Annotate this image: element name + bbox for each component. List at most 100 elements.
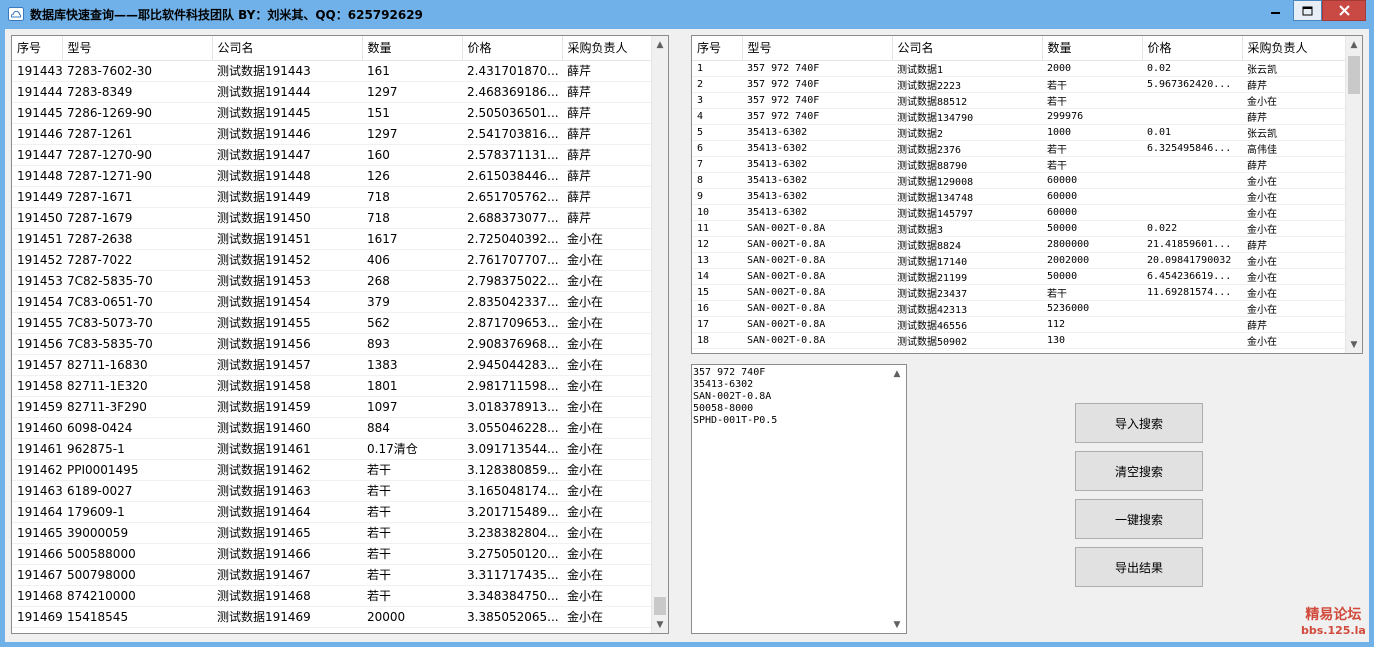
table-row[interactable]: 191463 6189-0027 测试数据191463 若干 3.165048174..…	[12, 480, 652, 502]
table-cell: 金小在	[562, 501, 652, 523]
results-column-header[interactable]: 型号	[742, 36, 893, 61]
scroll-up-icon[interactable]: ▲	[1346, 36, 1362, 53]
scroll-up-icon[interactable]: ▲	[652, 36, 668, 53]
results-row[interactable]: 2 357 972 740F 测试数据2223 若干 5.967362420... 薛芹	[692, 76, 1346, 93]
results-row[interactable]: 16 SAN-002T-0.8A 测试数据42313 5236000 金小在	[692, 300, 1346, 317]
table-row[interactable]: 191461 962875-1 测试数据191461 0.17清仓 3.09171354…	[12, 438, 652, 460]
table-row[interactable]: 191462 PPI0001495 测试数据191462 若干 3.128380859.…	[12, 459, 652, 481]
table-row[interactable]: 191458 82711-1E320 测试数据191458 1801 2.9817115…	[12, 375, 652, 397]
table-column-header[interactable]: 序号	[12, 36, 63, 61]
results-cell: 测试数据129008	[892, 172, 1042, 189]
textarea-scrollbar[interactable]: ▲ ▼	[889, 365, 906, 633]
scroll-down-icon[interactable]: ▼	[1346, 336, 1362, 353]
table-row[interactable]: 191451 7287-2638 测试数据191451 1617 2.725040392…	[12, 228, 652, 250]
results-cell: 15	[692, 284, 742, 301]
table-row[interactable]: 191452 7287-7022 测试数据191452 406 2.761707707.…	[12, 249, 652, 271]
results-cell: 21.41859601...	[1142, 236, 1242, 253]
results-row[interactable]: 12 SAN-002T-0.8A 测试数据8824 2800000 21.4185960…	[692, 236, 1346, 253]
table-cell: 191469	[12, 606, 62, 628]
table-row[interactable]: 191467 500798000 测试数据191467 若干 3.311717435..…	[12, 564, 652, 586]
scroll-down-icon[interactable]: ▼	[652, 616, 668, 633]
scroll-up-icon[interactable]: ▲	[889, 365, 905, 382]
results-row[interactable]: 8 35413-6302 测试数据129008 60000 金小在	[692, 172, 1346, 189]
results-row[interactable]: 14 SAN-002T-0.8A 测试数据21199 50000 6.454236619…	[692, 268, 1346, 285]
table-row[interactable]: 191446 7287-1261 测试数据191446 1297 2.541703816…	[12, 123, 652, 145]
table-cell: 金小在	[562, 375, 652, 397]
results-table[interactable]: 序号 型号 公司名 数量 价格 采购负责人 1 357 972 740F 测试数据1 2000 0…	[691, 35, 1363, 354]
results-scrollbar[interactable]: ▲ ▼	[1345, 36, 1362, 353]
table-row[interactable]: 191459 82711-3F290 测试数据191459 1097 3.0183789…	[12, 396, 652, 418]
results-row[interactable]: 9 35413-6302 测试数据134748 60000 金小在	[692, 188, 1346, 205]
database-table[interactable]: 序号 型号 公司名 数量 价格 采购负责人 191443 7283-7602-30 测试数据1…	[11, 35, 669, 634]
results-row[interactable]: 11 SAN-002T-0.8A 测试数据3 50000 0.022 金小在	[692, 220, 1346, 237]
table-cell: 1297	[362, 123, 462, 145]
clear-search-button[interactable]: 清空搜索	[1075, 451, 1203, 491]
table-row[interactable]: 191445 7286-1269-90 测试数据191445 151 2.5050365…	[12, 102, 652, 124]
table-row[interactable]: 191447 7287-1270-90 测试数据191447 160 2.5783711…	[12, 144, 652, 166]
results-row[interactable]: 15 SAN-002T-0.8A 测试数据23437 若干 11.69281574...…	[692, 284, 1346, 301]
table-row[interactable]: 191457 82711-16830 测试数据191457 1383 2.9450442…	[12, 354, 652, 376]
results-row[interactable]: 13 SAN-002T-0.8A 测试数据17140 2002000 20.098417…	[692, 252, 1346, 269]
results-row[interactable]: 3 357 972 740F 测试数据88512 若干 金小在	[692, 92, 1346, 109]
results-row[interactable]: 5 35413-6302 测试数据2 1000 0.01 张云凯	[692, 124, 1346, 141]
table-row[interactable]: 191450 7287-1679 测试数据191450 718 2.688373077.…	[12, 207, 652, 229]
results-cell: 若干	[1042, 284, 1142, 301]
results-column-header[interactable]: 采购负责人	[1242, 36, 1347, 61]
title-bar[interactable]: 数据库快速查询——耶比软件科技团队 BY：刘米其、QQ：625792629	[0, 0, 1374, 29]
results-row[interactable]: 1 357 972 740F 测试数据1 2000 0.02 张云凯	[692, 60, 1346, 77]
results-row[interactable]: 4 357 972 740F 测试数据134790 299976 薛芹	[692, 108, 1346, 125]
results-column-header[interactable]: 公司名	[892, 36, 1043, 61]
table-row[interactable]: 191468 874210000 测试数据191468 若干 3.348384750..…	[12, 585, 652, 607]
table-column-header[interactable]: 公司名	[212, 36, 363, 61]
table-row[interactable]: 191453 7C82-5835-70 测试数据191453 268 2.7983750…	[12, 270, 652, 292]
table-row[interactable]: 191454 7C83-0651-70 测试数据191454 379 2.8350423…	[12, 291, 652, 313]
results-cell: 测试数据21199	[892, 268, 1042, 285]
table-row[interactable]: 191456 7C83-5835-70 测试数据191456 893 2.9083769…	[12, 333, 652, 355]
table-row[interactable]: 191444 7283-8349 测试数据191444 1297 2.468369186…	[12, 81, 652, 103]
table-column-header[interactable]: 数量	[362, 36, 463, 61]
table-cell: 39000059	[62, 522, 212, 544]
table-row[interactable]: 191465 39000059 测试数据191465 若干 3.238382804...…	[12, 522, 652, 544]
results-cell: 测试数据1	[892, 60, 1042, 77]
results-cell: 测试数据46556	[892, 316, 1042, 333]
table-row[interactable]: 191464 179609-1 测试数据191464 若干 3.201715489...…	[12, 501, 652, 523]
results-cell: 测试数据134748	[892, 188, 1042, 205]
maximize-button[interactable]	[1293, 0, 1322, 21]
table-cell: 82711-1E320	[62, 375, 212, 397]
results-row[interactable]: 18 SAN-002T-0.8A 测试数据50902 130 金小在	[692, 332, 1346, 349]
scroll-down-icon[interactable]: ▼	[889, 616, 905, 633]
results-cell: 11	[692, 220, 742, 237]
results-column-header[interactable]: 数量	[1042, 36, 1143, 61]
export-results-button[interactable]: 导出结果	[1075, 547, 1203, 587]
results-row[interactable]: 17 SAN-002T-0.8A 测试数据46556 112 薛芹	[692, 316, 1346, 333]
import-search-button[interactable]: 导入搜索	[1075, 403, 1203, 443]
results-row[interactable]: 10 35413-6302 测试数据145797 60000 金小在	[692, 204, 1346, 221]
table-cell: 若干	[362, 564, 462, 586]
minimize-button[interactable]	[1262, 0, 1290, 21]
scroll-thumb[interactable]	[654, 597, 666, 615]
table-row[interactable]: 191449 7287-1671 测试数据191449 718 2.651705762.…	[12, 186, 652, 208]
table-row[interactable]: 191448 7287-1271-90 测试数据191448 126 2.6150384…	[12, 165, 652, 187]
results-column-header[interactable]: 序号	[692, 36, 743, 61]
one-click-search-button[interactable]: 一键搜索	[1075, 499, 1203, 539]
table-column-header[interactable]: 型号	[62, 36, 213, 61]
close-button[interactable]	[1322, 0, 1366, 21]
table-cell: 82711-3F290	[62, 396, 212, 418]
search-terms-textarea[interactable]: 357 972 740F 35413-6302 SAN-002T-0.8A 50058…	[691, 364, 907, 634]
table-column-header[interactable]: 价格	[462, 36, 563, 61]
results-cell: 1000	[1042, 124, 1142, 141]
table-column-header[interactable]: 采购负责人	[562, 36, 653, 61]
table-row[interactable]: 191460 6098-0424 测试数据191460 884 3.055046228.…	[12, 417, 652, 439]
results-column-header[interactable]: 价格	[1142, 36, 1243, 61]
results-cell: 测试数据50902	[892, 332, 1042, 349]
table-row[interactable]: 191466 500588000 测试数据191466 若干 3.275050120..…	[12, 543, 652, 565]
results-row[interactable]: 7 35413-6302 测试数据88790 若干 薛芹	[692, 156, 1346, 173]
vertical-scrollbar[interactable]: ▲ ▼	[651, 36, 668, 633]
results-cell: 薛芹	[1242, 108, 1346, 125]
table-row[interactable]: 191455 7C83-5073-70 测试数据191455 562 2.8717096…	[12, 312, 652, 334]
results-scroll-thumb[interactable]	[1348, 56, 1360, 94]
results-row[interactable]: 6 35413-6302 测试数据2376 若干 6.325495846... 高伟佳	[692, 140, 1346, 157]
table-cell: 7C83-5073-70	[62, 312, 212, 334]
table-row[interactable]: 191469 15418545 测试数据191469 20000 3.385052065…	[12, 606, 652, 628]
table-row[interactable]: 191443 7283-7602-30 测试数据191443 161 2.4317018…	[12, 60, 652, 82]
